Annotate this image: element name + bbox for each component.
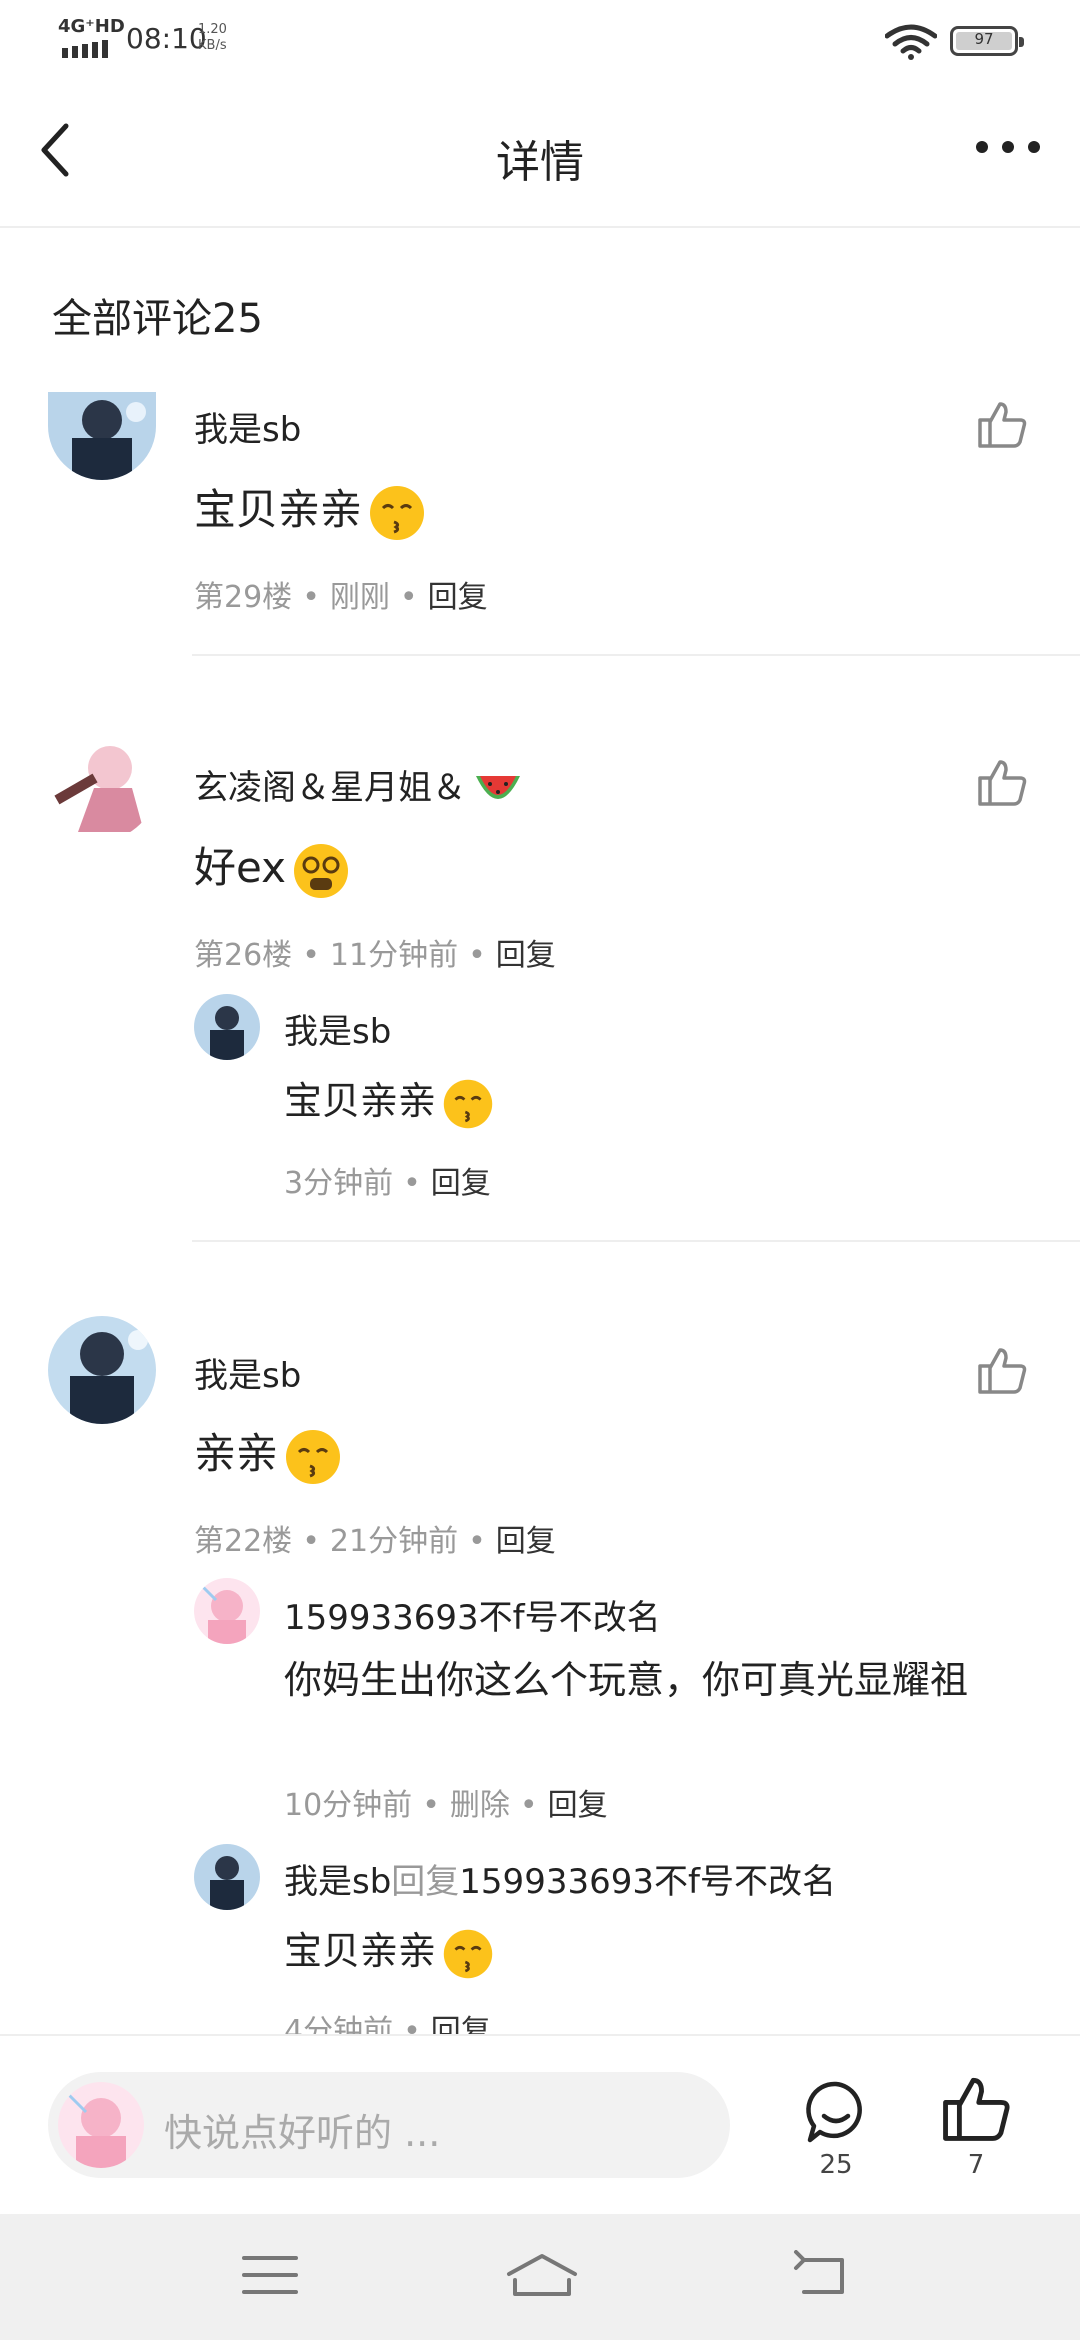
reply-meta: 3分钟前 • 回复 <box>284 1166 491 1201</box>
like-count: 7 <box>967 2150 985 2180</box>
thumbs-up-icon <box>943 2077 1010 2141</box>
thumbs-up-icon <box>978 1348 1027 1394</box>
like-button[interactable] <box>976 756 1032 812</box>
battery-level: 97 <box>974 30 994 48</box>
commenter-name[interactable]: 玄凌阁＆星月姐＆ <box>194 760 524 810</box>
commenter-name[interactable]: 我是sb <box>194 1348 301 1397</box>
comment-meta: 第29楼 • 刚刚 • 回复 <box>194 580 488 615</box>
avatar[interactable] <box>48 392 156 480</box>
thumbs-up-icon <box>978 760 1027 806</box>
delete-button[interactable]: 删除 <box>450 1788 510 1823</box>
thumbs-up-icon <box>978 402 1027 448</box>
reply-button[interactable]: 回复 <box>431 1166 491 1201</box>
reply-button[interactable]: 回复 <box>548 1788 608 1823</box>
comment-input-bar: 快说点好听的 ... 25 7 <box>0 2034 1080 2216</box>
reply-author-name[interactable]: 159933693不f号不改名 <box>284 1590 661 1639</box>
comment-content: 好ex <box>194 834 350 900</box>
comment-content: 宝贝亲亲 <box>194 476 426 542</box>
reply-avatar[interactable] <box>194 1578 260 1644</box>
network-type: 4G⁺HD <box>58 16 125 37</box>
like-button[interactable] <box>976 1344 1032 1400</box>
battery-icon: 97 <box>950 26 1024 56</box>
reply-avatar[interactable] <box>194 1844 260 1910</box>
kiss-emoji-icon <box>370 485 425 540</box>
comments-section-title: 全部评论25 <box>52 296 263 342</box>
commenter-name[interactable]: 我是sb <box>194 402 301 451</box>
like-button[interactable] <box>976 398 1032 454</box>
reply-content: 宝贝亲亲 <box>284 1920 494 1980</box>
reply-avatar[interactable] <box>194 994 260 1060</box>
input-placeholder: 快说点好听的 ... <box>164 2111 441 2155</box>
nav-menu-button[interactable] <box>240 2250 310 2306</box>
signal-icon <box>62 40 108 58</box>
wifi-icon <box>885 24 937 60</box>
comment-input[interactable]: 快说点好听的 ... <box>48 2072 730 2178</box>
avatar[interactable] <box>48 732 156 840</box>
comment-content: 亲亲 <box>194 1420 342 1486</box>
kiss-emoji-icon <box>286 1429 341 1484</box>
like-count-button[interactable]: 7 <box>940 2072 1012 2180</box>
comment-count-button[interactable]: 25 <box>800 2076 872 2180</box>
dizzy-face-emoji-icon <box>293 843 348 898</box>
reply-author-name[interactable]: 我是sb回复159933693不f号不改名 <box>284 1854 836 1903</box>
reply-button[interactable]: 回复 <box>496 1524 556 1559</box>
status-bar: 4G⁺HD 08:10 1.20 KB/s 97 <box>0 0 1080 80</box>
clock: 08:10 <box>126 22 207 55</box>
comment-meta: 第22楼 • 21分钟前 • 回复 <box>194 1524 556 1559</box>
reply-author-name[interactable]: 我是sb <box>284 1004 391 1053</box>
page-title: 详情 <box>496 137 584 188</box>
reply-content: 你妈生出你这么个玩意，你可真光显耀祖 <box>284 1658 969 1702</box>
divider <box>192 1240 1080 1242</box>
reply-meta: 10分钟前 • 删除 • 回复 <box>284 1788 608 1823</box>
menu-icon <box>242 2256 298 2294</box>
avatar[interactable] <box>48 1316 156 1424</box>
nav-back-button[interactable] <box>790 2250 860 2306</box>
watermelon-emoji-icon <box>476 775 520 799</box>
more-dots-icon <box>976 141 1040 153</box>
system-nav-bar <box>0 2214 1080 2340</box>
more-button[interactable] <box>972 132 1052 182</box>
network-speed: 1.20 KB/s <box>198 22 227 53</box>
back-arrow-icon <box>794 2250 844 2294</box>
comment-meta: 第26楼 • 11分钟前 • 回复 <box>194 938 556 973</box>
kiss-emoji-icon <box>443 1929 493 1978</box>
divider <box>192 654 1080 656</box>
my-avatar <box>58 2082 144 2168</box>
reply-button[interactable]: 回复 <box>428 580 488 615</box>
nav-home-button[interactable] <box>505 2250 577 2306</box>
kiss-emoji-icon <box>443 1079 493 1128</box>
comment-count: 25 <box>819 2150 853 2180</box>
reply-content: 宝贝亲亲 <box>284 1070 494 1130</box>
reply-button[interactable]: 回复 <box>496 938 556 973</box>
header: 详情 <box>0 80 1080 228</box>
home-icon <box>507 2254 577 2296</box>
comment-bubble-icon <box>806 2081 862 2143</box>
